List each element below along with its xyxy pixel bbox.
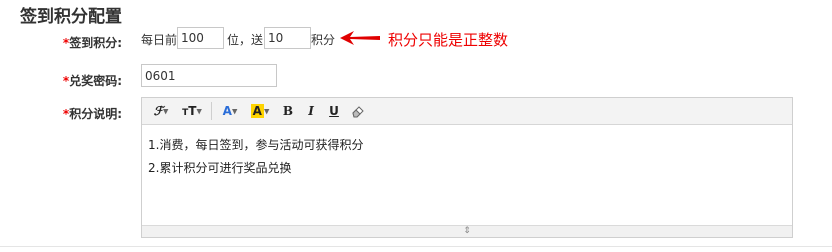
points-description-label: *积分说明: [62,107,122,121]
signin-points-label: *签到积分: [62,36,122,50]
description-line: 1.消费，每日签到，参与活动可获得积分 [148,138,364,152]
chevron-down-icon: ▼ [196,107,202,116]
underline-button[interactable]: U [326,102,342,120]
italic-button[interactable]: I [303,102,319,120]
left-arrow-icon [340,31,380,45]
resize-handle-icon[interactable]: ⇕ [142,225,792,237]
rich-text-editor: ℱ▼ TT▼ A▼ A ▼ B I U 1.消费，每日签到，参与活动可获得积分 2… [141,97,793,238]
bold-button[interactable]: B [280,102,296,120]
page-title: 签到积分配置 [20,7,122,27]
chevron-down-icon: ▼ [163,107,169,116]
signin-points-input[interactable] [264,27,311,49]
redeem-password-input[interactable] [141,64,277,87]
font-size-icon: TT [182,104,197,118]
font-family-icon: ℱ [153,104,164,118]
chevron-down-icon: ▼ [231,107,238,116]
editor-content[interactable]: 1.消费，每日签到，参与活动可获得积分 2.累计积分可进行奖品兑换 [142,125,792,189]
divider [0,246,832,247]
font-color-button[interactable]: A▼ [219,102,241,120]
editor-toolbar: ℱ▼ TT▼ A▼ A ▼ B I U [142,98,792,125]
font-family-button[interactable]: ℱ▼ [150,102,172,120]
font-color-icon: A [222,104,232,118]
signin-prefix-text: 每日前 [141,33,178,47]
redeem-password-label: *兑奖密码: [62,74,122,88]
eraser-icon [352,106,364,118]
clear-format-button[interactable] [349,102,367,120]
signin-suffix-text: 积分 [311,33,336,47]
positive-integer-note: 积分只能是正整数 [388,31,509,49]
highlight-icon: A [250,104,264,118]
description-line: 2.累计积分可进行奖品兑换 [148,161,292,175]
signin-middle-text: 位，送 [227,33,264,47]
chevron-down-icon: ▼ [263,107,270,116]
toolbar-divider [211,102,212,120]
signin-count-input[interactable] [177,27,224,49]
highlight-color-button[interactable]: A ▼ [247,102,273,120]
font-size-button[interactable]: TT▼ [179,102,205,120]
